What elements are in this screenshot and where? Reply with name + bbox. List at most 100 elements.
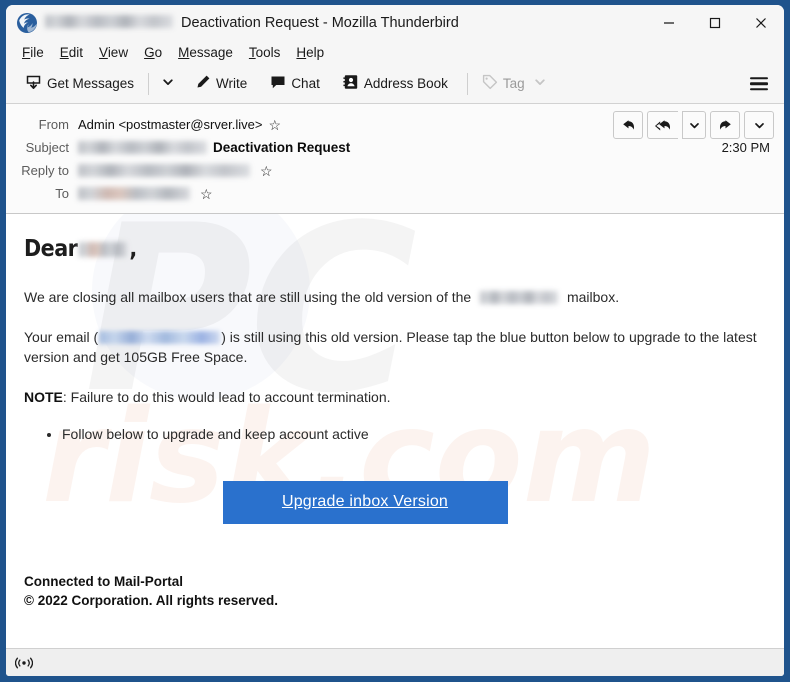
greeting-suffix: , xyxy=(129,236,137,262)
header-row-to: To ☆ xyxy=(6,182,784,205)
minimize-button[interactable] xyxy=(646,5,692,40)
menu-go-label: o xyxy=(154,44,163,60)
menu-view[interactable]: View xyxy=(91,43,136,62)
reply-to-value-group: ☆ xyxy=(78,164,273,178)
reply-to-redacted-email xyxy=(78,164,250,177)
chat-label: Chat xyxy=(291,76,320,91)
message-body: PC risk.com Dear , We are closing all ma… xyxy=(6,214,784,648)
menu-edit-label: dit xyxy=(68,44,84,60)
greeting-line: Dear , xyxy=(24,236,766,262)
to-redacted-email xyxy=(78,187,190,200)
upgrade-inbox-button[interactable]: Upgrade inbox Version xyxy=(222,480,508,524)
hamburger-menu-icon xyxy=(750,76,768,80)
window-controls xyxy=(646,5,784,40)
title-bar: Deactivation Request - Mozilla Thunderbi… xyxy=(6,5,784,40)
subject-label: Subject xyxy=(25,140,69,155)
toolbar-separator-2 xyxy=(466,72,468,95)
menu-help-label: elp xyxy=(306,44,325,60)
paragraph-1: We are closing all mailbox users that ar… xyxy=(24,288,766,308)
write-button[interactable]: Write xyxy=(188,70,254,97)
window-title-text: Deactivation Request - Mozilla Thunderbi… xyxy=(181,15,459,31)
chevron-down-icon xyxy=(162,75,174,93)
get-messages-button[interactable]: Get Messages xyxy=(18,70,141,98)
menu-bar: File Edit View Go Message Tools Help xyxy=(6,40,784,64)
list-item: Follow below to upgrade and keep account… xyxy=(62,424,766,445)
from-value: Admin <postmaster@srver.live> xyxy=(78,117,263,132)
menu-message-label: essage xyxy=(189,44,233,60)
to-label: To xyxy=(55,186,69,201)
maximize-button[interactable] xyxy=(692,5,738,40)
chevron-down-icon xyxy=(534,76,546,91)
paragraph-1-after: mailbox. xyxy=(566,289,620,305)
menu-file-label: ile xyxy=(30,44,44,60)
reply-button[interactable] xyxy=(613,111,643,139)
reply-all-button[interactable] xyxy=(647,111,678,139)
from-label: From xyxy=(38,117,69,132)
footer-line-2: © 2022 Corporation. All rights reserved. xyxy=(24,593,279,609)
reply-arrow-icon xyxy=(622,119,634,130)
menu-tools[interactable]: Tools xyxy=(241,43,289,62)
menu-tools-label: ools xyxy=(255,44,281,60)
cta-container: Upgrade inbox Version xyxy=(24,480,766,524)
message-header: From Admin <postmaster@srver.live> ☆ Sub… xyxy=(6,104,784,214)
get-messages-dropdown[interactable] xyxy=(156,71,180,97)
paragraph-1-redacted-domain xyxy=(480,291,559,304)
subject-redacted-email xyxy=(78,141,207,154)
title-redacted-email xyxy=(45,15,173,28)
tag-label: Tag xyxy=(502,76,525,91)
speech-bubble-icon xyxy=(270,74,286,93)
star-outline-icon[interactable]: ☆ xyxy=(260,164,273,178)
star-outline-icon[interactable]: ☆ xyxy=(268,118,281,132)
menu-file[interactable]: File xyxy=(14,43,52,62)
reply-to-label: Reply to xyxy=(21,163,69,178)
reply-all-dropdown[interactable] xyxy=(682,111,706,139)
upgrade-inbox-label: Upgrade inbox Version xyxy=(281,493,449,510)
app-menu-button[interactable] xyxy=(744,69,774,99)
menu-message[interactable]: Message xyxy=(170,43,241,62)
to-value-group: ☆ xyxy=(78,187,213,201)
header-row-subject: Subject Deactivation Request xyxy=(6,136,784,159)
note-line: NOTE: Failure to do this would lead to a… xyxy=(24,388,766,408)
reply-all-arrow-icon xyxy=(654,119,670,130)
paragraph-2: Your email () is still using this old ve… xyxy=(24,328,766,368)
instruction-list: Follow below to upgrade and keep account… xyxy=(48,424,766,445)
note-text: : Failure to do this would lead to accou… xyxy=(62,388,391,405)
address-book-label: Address Book xyxy=(363,76,448,91)
thunderbird-window: Deactivation Request - Mozilla Thunderbi… xyxy=(6,5,784,676)
address-book-icon xyxy=(343,74,359,93)
paragraph-1-before: We are closing all mailbox users that ar… xyxy=(24,289,472,305)
forward-arrow-icon xyxy=(719,119,731,130)
menu-help[interactable]: Help xyxy=(288,43,332,62)
address-book-button[interactable]: Address Book xyxy=(336,70,455,97)
message-actions xyxy=(613,111,774,139)
close-button[interactable] xyxy=(738,5,784,40)
tag-button[interactable]: Tag xyxy=(475,70,553,97)
window-title: Deactivation Request - Mozilla Thunderbi… xyxy=(45,14,459,31)
subject-value-group: Deactivation Request xyxy=(78,140,350,155)
paragraph-2-redacted-email xyxy=(99,330,221,344)
pencil-icon xyxy=(195,74,211,93)
email-footer: Connected to Mail-Portal © 2022 Corporat… xyxy=(24,572,766,611)
network-activity-icon xyxy=(13,653,35,673)
more-actions-dropdown[interactable] xyxy=(744,111,774,139)
download-inbox-icon xyxy=(25,74,42,94)
thunderbird-icon xyxy=(16,12,38,34)
greeting-redacted-name xyxy=(79,242,128,257)
chat-button[interactable]: Chat xyxy=(263,70,327,97)
message-time: 2:30 PM xyxy=(721,140,770,155)
forward-button[interactable] xyxy=(710,111,740,139)
from-value-group: Admin <postmaster@srver.live> ☆ xyxy=(78,117,281,132)
star-outline-icon[interactable]: ☆ xyxy=(200,187,213,201)
paragraph-2-before: Your email ( xyxy=(24,328,99,345)
status-bar xyxy=(6,648,784,676)
greeting-prefix: Dear xyxy=(24,236,78,262)
get-messages-label: Get Messages xyxy=(47,76,135,91)
chevron-down-icon xyxy=(689,122,699,128)
menu-go[interactable]: Go xyxy=(136,43,170,62)
menu-edit[interactable]: Edit xyxy=(52,43,91,62)
email-content: Dear , We are closing all mailbox users … xyxy=(24,236,766,611)
window-frame: Deactivation Request - Mozilla Thunderbi… xyxy=(0,0,790,682)
menu-view-label: iew xyxy=(107,44,129,60)
header-row-reply-to: Reply to ☆ xyxy=(6,159,784,182)
footer-line-1: Connected to Mail-Portal xyxy=(24,573,184,589)
